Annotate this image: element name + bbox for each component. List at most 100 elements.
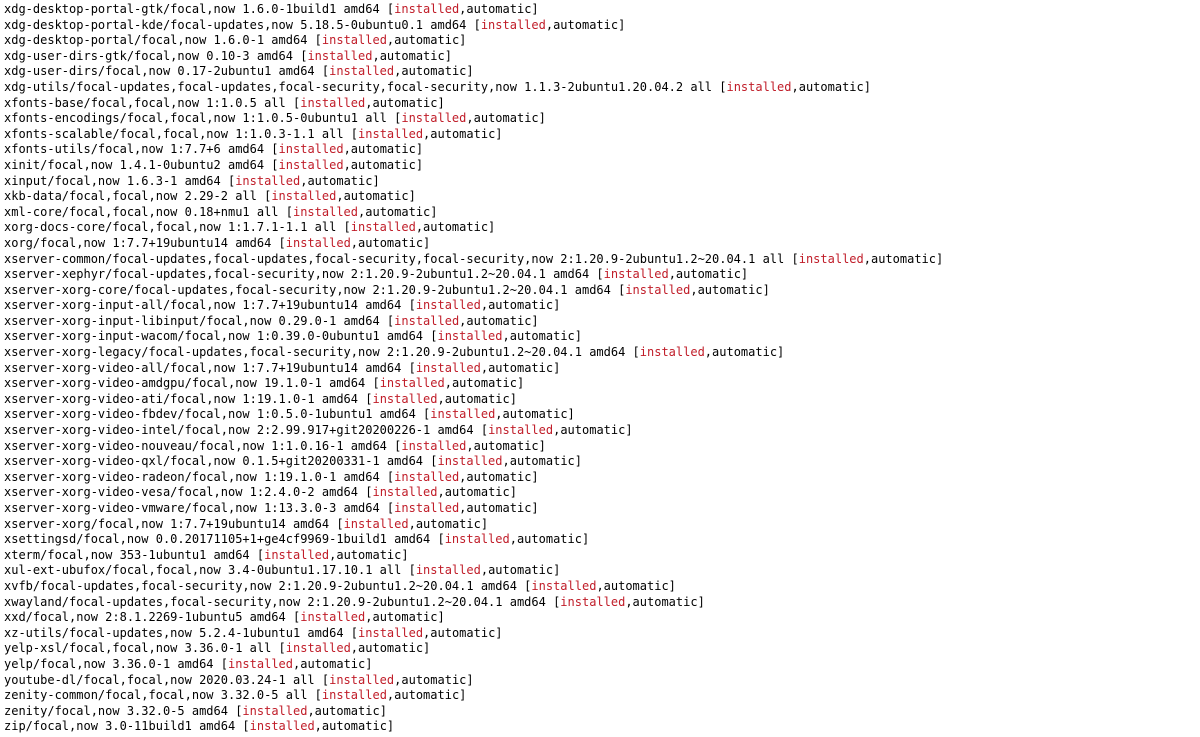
package-prefix: xinit/focal,now 1.4.1-0ubuntu2 amd64 [ (4, 158, 279, 172)
package-prefix: xserver-xorg-video-amdgpu/focal,now 19.1… (4, 376, 380, 390)
installed-label: installed (271, 189, 336, 203)
installed-label: installed (640, 345, 705, 359)
installed-label: installed (286, 641, 351, 655)
package-line: xserver-xorg-video-nouveau/focal,now 1:1… (4, 439, 1196, 455)
auto-suffix: ,automatic] (503, 454, 582, 468)
auto-suffix: ,automatic] (459, 2, 538, 16)
installed-label: installed (358, 127, 423, 141)
installed-label: installed (416, 298, 481, 312)
package-prefix: xfonts-encodings/focal,focal,now 1:1.0.5… (4, 111, 401, 125)
auto-suffix: ,automatic] (365, 96, 444, 110)
package-line: xserver-xorg-input-all/focal,now 1:7.7+1… (4, 298, 1196, 314)
auto-suffix: ,automatic] (438, 485, 517, 499)
auto-suffix: ,automatic] (409, 517, 488, 531)
installed-label: installed (726, 80, 791, 94)
package-prefix: xserver-xorg-input-libinput/focal,now 0.… (4, 314, 394, 328)
auto-suffix: ,automatic] (792, 80, 871, 94)
installed-label: installed (322, 688, 387, 702)
installed-label: installed (416, 361, 481, 375)
package-line: zip/focal,now 3.0-11build1 amd64 [instal… (4, 719, 1196, 735)
package-line: xterm/focal,now 353-1ubuntu1 amd64 [inst… (4, 548, 1196, 564)
auto-suffix: ,automatic] (293, 657, 372, 671)
package-line: youtube-dl/focal,focal,now 2020.03.24-1 … (4, 673, 1196, 689)
package-prefix: xdg-user-dirs/focal,now 0.17-2ubuntu1 am… (4, 64, 329, 78)
installed-label: installed (401, 439, 466, 453)
installed-label: installed (394, 470, 459, 484)
auto-suffix: ,automatic] (351, 236, 430, 250)
auto-suffix: ,automatic] (481, 361, 560, 375)
auto-suffix: ,automatic] (387, 688, 466, 702)
package-prefix: xfonts-scalable/focal,focal,now 1:1.0.3-… (4, 127, 358, 141)
auto-suffix: ,automatic] (553, 423, 632, 437)
auto-suffix: ,automatic] (510, 532, 589, 546)
auto-suffix: ,automatic] (329, 548, 408, 562)
auto-suffix: ,automatic] (466, 111, 545, 125)
package-prefix: xvfb/focal-updates,focal-security,now 2:… (4, 579, 531, 593)
installed-label: installed (531, 579, 596, 593)
auto-suffix: ,automatic] (336, 189, 415, 203)
package-prefix: xserver-xorg-video-intel/focal,now 2:2.9… (4, 423, 488, 437)
package-prefix: xserver-xorg-video-vmware/focal,now 1:13… (4, 501, 394, 515)
installed-label: installed (300, 610, 365, 624)
installed-label: installed (437, 454, 502, 468)
installed-label: installed (307, 49, 372, 63)
package-prefix: xdg-user-dirs-gtk/focal,now 0.10-3 amd64… (4, 49, 307, 63)
package-line: xdg-user-dirs/focal,now 0.17-2ubuntu1 am… (4, 64, 1196, 80)
installed-label: installed (481, 18, 546, 32)
auto-suffix: ,automatic] (365, 610, 444, 624)
auto-suffix: ,automatic] (669, 267, 748, 281)
package-prefix: xfonts-utils/focal,now 1:7.7+6 amd64 [ (4, 142, 279, 156)
package-line: yelp/focal,now 3.36.0-1 amd64 [installed… (4, 657, 1196, 673)
package-prefix: xserver-xorg-input-wacom/focal,now 1:0.3… (4, 329, 437, 343)
installed-label: installed (394, 314, 459, 328)
auto-suffix: ,automatic] (387, 33, 466, 47)
package-prefix: zenity/focal,now 3.32.0-5 amd64 [ (4, 704, 242, 718)
package-prefix: yelp-xsl/focal,focal,now 3.36.0-1 all [ (4, 641, 286, 655)
package-line: zenity-common/focal,focal,now 3.32.0-5 a… (4, 688, 1196, 704)
package-line: xorg-docs-core/focal,focal,now 1:1.7.1-1… (4, 220, 1196, 236)
package-line: xvfb/focal-updates,focal-security,now 2:… (4, 579, 1196, 595)
installed-label: installed (401, 111, 466, 125)
package-prefix: zip/focal,now 3.0-11build1 amd64 [ (4, 719, 250, 733)
package-line: xserver-xorg-input-libinput/focal,now 0.… (4, 314, 1196, 330)
auto-suffix: ,automatic] (459, 501, 538, 515)
auto-suffix: ,automatic] (394, 64, 473, 78)
package-line: xml-core/focal,focal,now 0.18+nmu1 all [… (4, 205, 1196, 221)
package-line: xdg-desktop-portal/focal,now 1.6.0-1 amd… (4, 33, 1196, 49)
package-prefix: xdg-desktop-portal-gtk/focal,now 1.6.0-1… (4, 2, 394, 16)
package-line: xfonts-scalable/focal,focal,now 1:1.0.3-… (4, 127, 1196, 143)
auto-suffix: ,automatic] (372, 49, 451, 63)
installed-label: installed (380, 376, 445, 390)
auto-suffix: ,automatic] (690, 283, 769, 297)
package-line: xwayland/focal-updates,focal-security,no… (4, 595, 1196, 611)
auto-suffix: ,automatic] (438, 392, 517, 406)
package-line: xserver-xorg-input-wacom/focal,now 1:0.3… (4, 329, 1196, 345)
package-prefix: xdg-desktop-portal-kde/focal-updates,now… (4, 18, 481, 32)
package-line: xinput/focal,now 1.6.3-1 amd64 [installe… (4, 174, 1196, 190)
package-line: xsettingsd/focal,now 0.0.20171105+1+ge4c… (4, 532, 1196, 548)
package-line: xserver-xorg-video-amdgpu/focal,now 19.1… (4, 376, 1196, 392)
package-line: xdg-user-dirs-gtk/focal,now 0.10-3 amd64… (4, 49, 1196, 65)
installed-label: installed (560, 595, 625, 609)
package-prefix: xterm/focal,now 353-1ubuntu1 amd64 [ (4, 548, 264, 562)
installed-label: installed (329, 64, 394, 78)
auto-suffix: ,automatic] (423, 626, 502, 640)
auto-suffix: ,automatic] (864, 252, 943, 266)
package-line: xserver-xorg-video-fbdev/focal,now 1:0.5… (4, 407, 1196, 423)
package-prefix: xxd/focal,now 2:8.1.2269-1ubuntu5 amd64 … (4, 610, 300, 624)
package-prefix: xserver-xorg-video-radeon/focal,now 1:19… (4, 470, 394, 484)
package-line: yelp-xsl/focal,focal,now 3.36.0-1 all [i… (4, 641, 1196, 657)
auto-suffix: ,automatic] (481, 563, 560, 577)
installed-label: installed (286, 236, 351, 250)
installed-label: installed (372, 485, 437, 499)
auto-suffix: ,automatic] (315, 719, 394, 733)
package-line: xul-ext-ubufox/focal,focal,now 3.4-0ubun… (4, 563, 1196, 579)
terminal-output[interactable]: xdg-desktop-portal-gtk/focal,now 1.6.0-1… (4, 2, 1196, 735)
package-line: xserver-common/focal-updates,focal-updat… (4, 252, 1196, 268)
package-prefix: xserver-xorg-input-all/focal,now 1:7.7+1… (4, 298, 416, 312)
auto-suffix: ,automatic] (344, 142, 423, 156)
auto-suffix: ,automatic] (596, 579, 675, 593)
auto-suffix: ,automatic] (466, 439, 545, 453)
package-prefix: xserver-xorg-video-fbdev/focal,now 1:0.5… (4, 407, 430, 421)
package-line: xfonts-encodings/focal,focal,now 1:1.0.5… (4, 111, 1196, 127)
